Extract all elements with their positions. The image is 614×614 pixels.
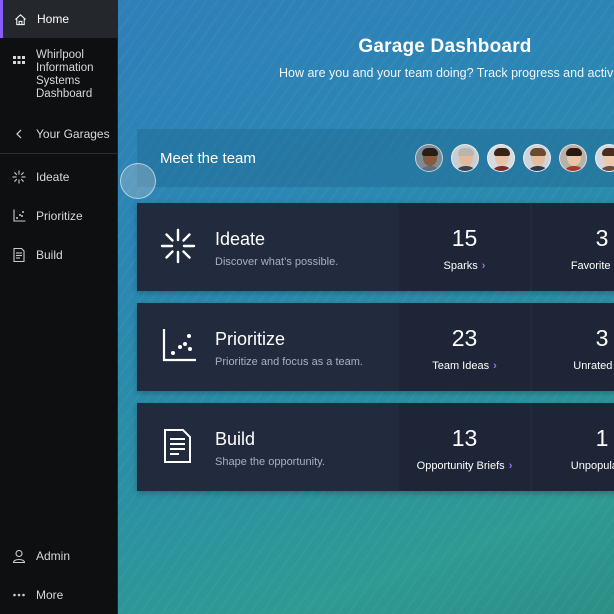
sidebar-item-your-garages[interactable]: Your Garages bbox=[0, 122, 118, 146]
card-description: Shape the opportunity. bbox=[215, 456, 325, 468]
stat-value: 23 bbox=[451, 325, 478, 351]
sidebar-divider bbox=[0, 153, 118, 154]
sidebar-item-admin[interactable]: Admin bbox=[0, 544, 118, 568]
stat-unpopulated[interactable]: 1 Unpopulated bbox=[532, 403, 614, 491]
team-title: Meet the team bbox=[160, 150, 256, 167]
page-subtitle: How are you and your team doing? Track p… bbox=[279, 66, 614, 80]
avatar[interactable] bbox=[451, 144, 479, 172]
chevron-right-icon: › bbox=[481, 260, 486, 272]
chevron-right-icon: › bbox=[508, 460, 513, 472]
user-icon bbox=[12, 549, 26, 563]
sparkle-icon bbox=[159, 227, 197, 265]
sidebar: Home Whirlpool Information Systems Dashb… bbox=[0, 0, 118, 614]
sidebar-item-more[interactable]: More bbox=[0, 583, 118, 607]
sidebar-item-build[interactable]: Build bbox=[0, 243, 118, 267]
prioritize-card[interactable]: Prioritize Prioritize and focus as a tea… bbox=[137, 303, 614, 391]
build-card[interactable]: Build Shape the opportunity. 13 Opportun… bbox=[137, 403, 614, 491]
grid-icon bbox=[12, 53, 26, 67]
card-title: Build bbox=[215, 429, 256, 449]
card-description: Discover what’s possible. bbox=[215, 256, 339, 268]
sidebar-item-label: Your Garages bbox=[36, 127, 110, 141]
sidebar-item-home[interactable]: Home bbox=[0, 0, 118, 38]
scatter-icon bbox=[12, 209, 26, 223]
document-icon bbox=[159, 427, 197, 465]
more-icon bbox=[12, 588, 26, 602]
sidebar-item-label: Whirlpool Information Systems Dashboard bbox=[36, 49, 94, 100]
page-title: Garage Dashboard bbox=[358, 36, 532, 57]
stat-label: Unpopulated bbox=[570, 460, 614, 472]
sidebar-item-label: Admin bbox=[36, 549, 71, 563]
stat-link-team-ideas[interactable]: Team Ideas › bbox=[399, 360, 530, 372]
avatar[interactable] bbox=[559, 144, 587, 172]
dashboard-main: Garage Dashboard How are you and your te… bbox=[118, 0, 614, 614]
avatar[interactable] bbox=[523, 144, 551, 172]
team-bar: Meet the team bbox=[137, 129, 614, 187]
sidebar-item-system-dashboard[interactable]: Whirlpool Information Systems Dashboard bbox=[0, 49, 118, 105]
sidebar-item-label: Ideate bbox=[36, 170, 70, 184]
card-description: Prioritize and focus as a team. bbox=[215, 356, 363, 368]
avatar[interactable] bbox=[487, 144, 515, 172]
card-title: Prioritize bbox=[215, 329, 286, 349]
avatar[interactable] bbox=[415, 144, 443, 172]
stat-favorite-sparks[interactable]: 3 Favorite Spa bbox=[532, 203, 614, 291]
stat-value: 3 bbox=[595, 325, 609, 351]
card-title: Ideate bbox=[215, 229, 266, 249]
chevron-left-icon bbox=[12, 127, 26, 141]
ideate-card[interactable]: Ideate Discover what’s possible. 15 Spar… bbox=[137, 203, 614, 291]
sparkle-icon bbox=[12, 170, 26, 184]
stat-team-ideas[interactable]: 23 Team Ideas › bbox=[399, 303, 530, 391]
stat-value: 13 bbox=[451, 425, 478, 451]
sidebar-item-label: Home bbox=[37, 12, 70, 26]
stat-label: Favorite Spa bbox=[570, 260, 614, 272]
chevron-right-icon: › bbox=[493, 360, 497, 372]
stat-value: 3 bbox=[595, 225, 609, 251]
stat-link-sparks[interactable]: Sparks › bbox=[399, 260, 530, 272]
home-icon bbox=[13, 12, 27, 26]
document-icon bbox=[12, 248, 26, 262]
stat-opportunity-briefs[interactable]: 13 Opportunity Briefs › bbox=[399, 403, 530, 491]
cursor-indicator bbox=[120, 163, 156, 199]
sidebar-item-label: Prioritize bbox=[36, 209, 83, 223]
stat-unrated-ideas[interactable]: 3 Unrated Ide bbox=[532, 303, 614, 391]
stat-value: 1 bbox=[595, 425, 609, 451]
sidebar-item-label: More bbox=[36, 588, 64, 602]
stat-value: 15 bbox=[451, 225, 478, 251]
sidebar-item-prioritize[interactable]: Prioritize bbox=[0, 204, 118, 228]
sidebar-item-label: Build bbox=[36, 248, 63, 262]
stat-link-opportunity-briefs[interactable]: Opportunity Briefs › bbox=[399, 460, 530, 472]
scatter-icon bbox=[159, 327, 197, 365]
stat-sparks[interactable]: 15 Sparks › bbox=[399, 203, 530, 291]
avatar[interactable] bbox=[595, 144, 614, 172]
sidebar-item-ideate[interactable]: Ideate bbox=[0, 165, 118, 189]
stat-label: Unrated Ide bbox=[573, 360, 614, 372]
